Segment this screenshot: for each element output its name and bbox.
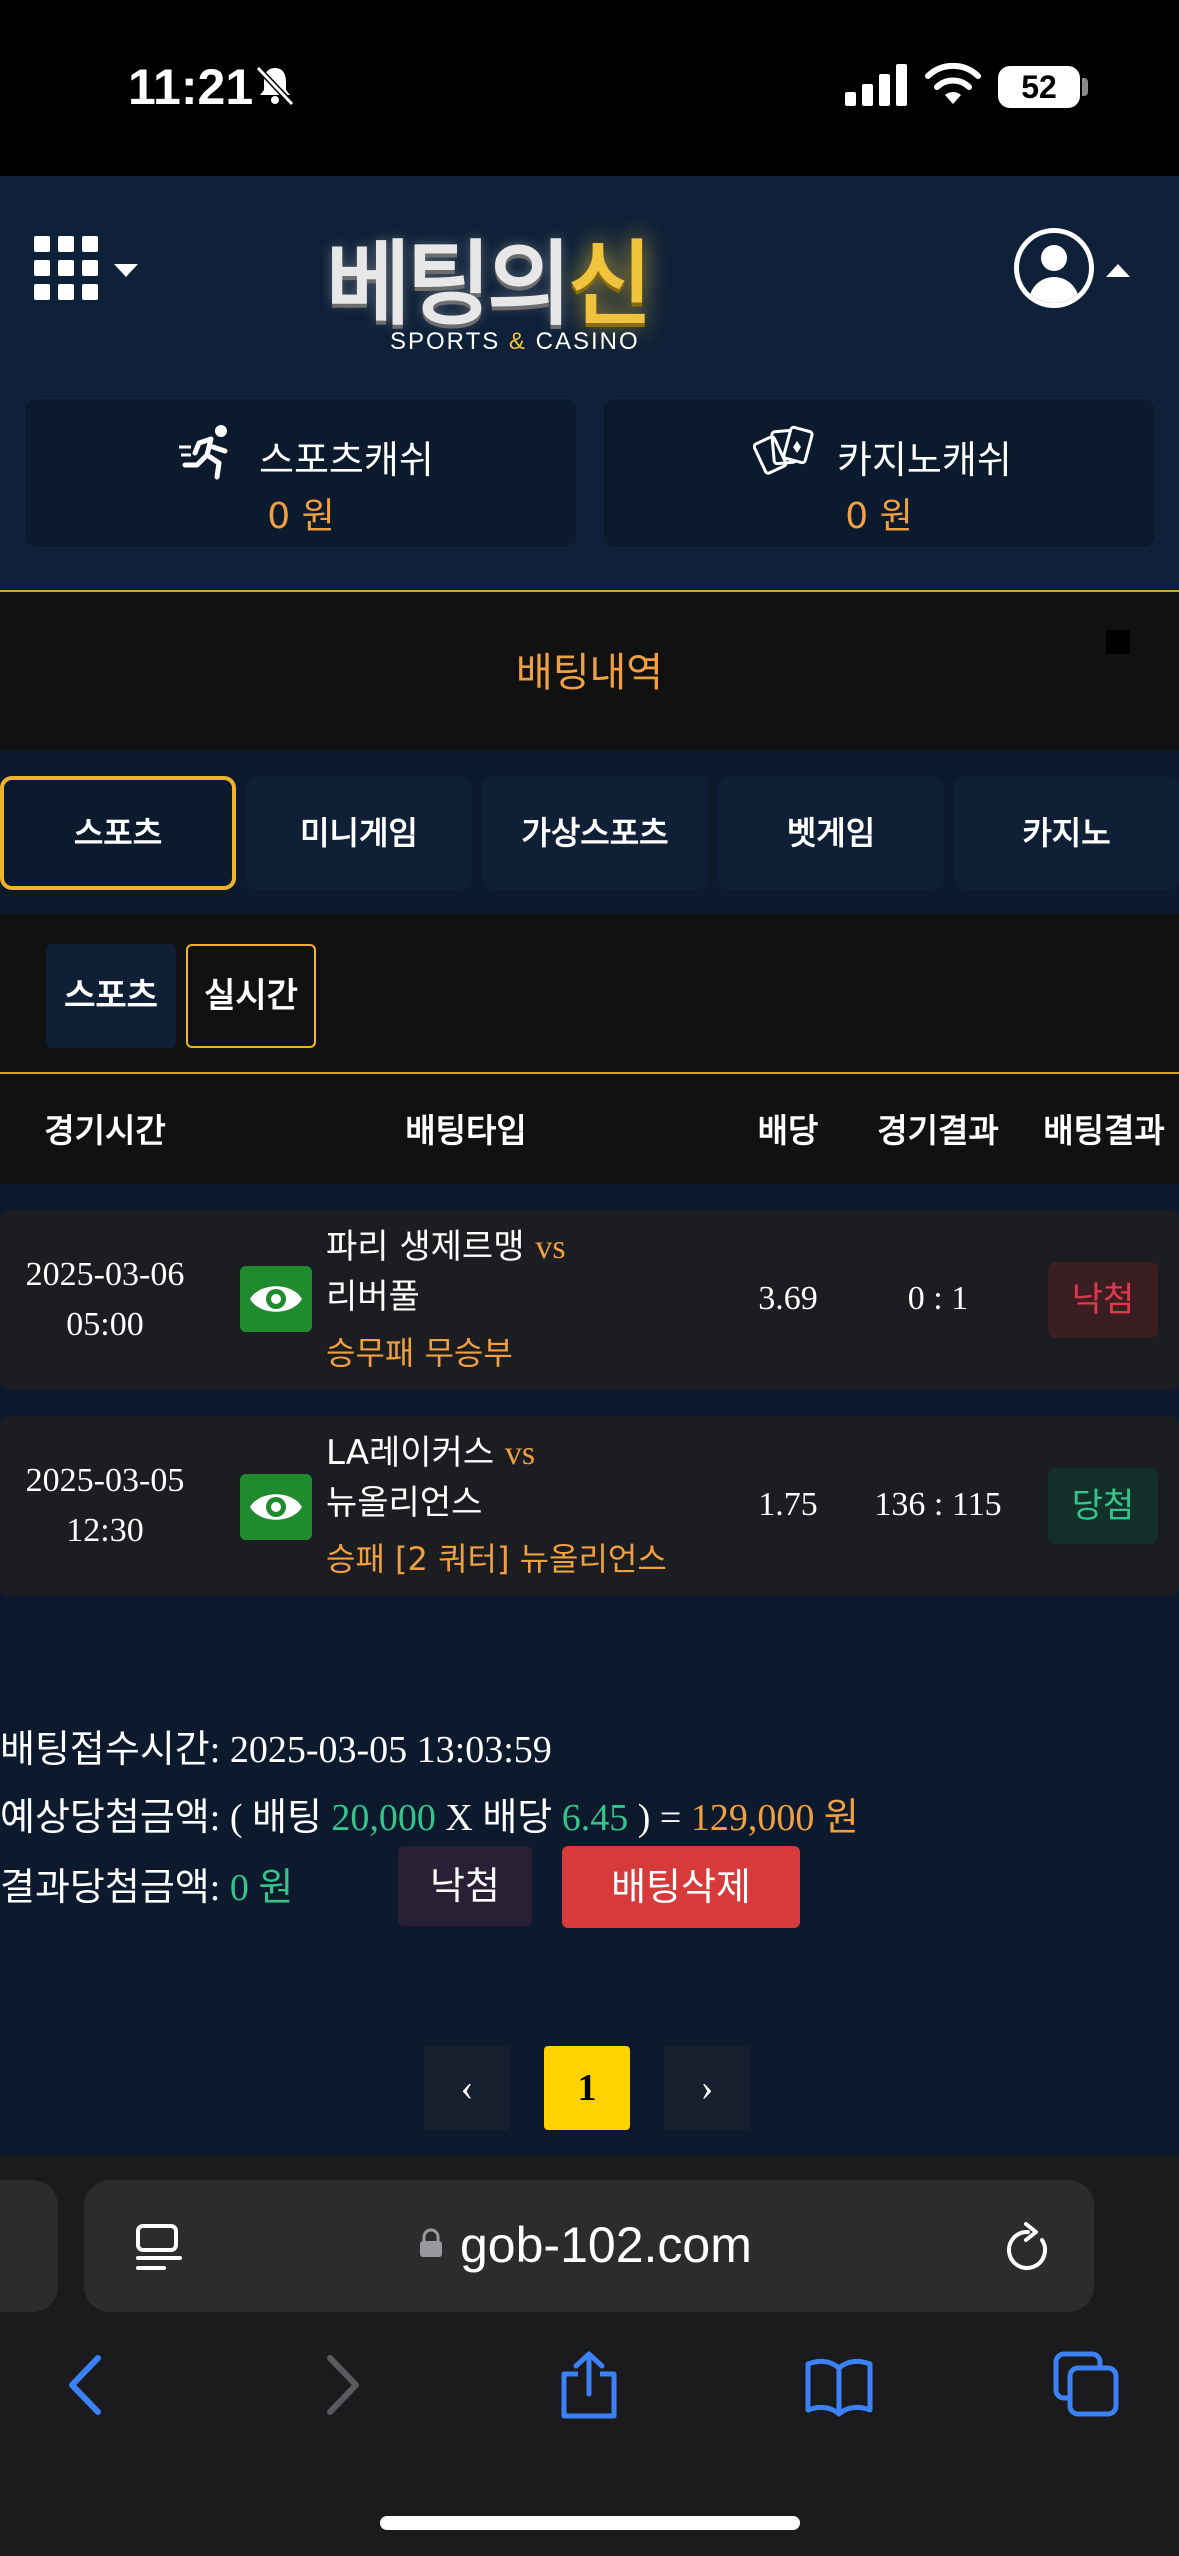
expected-close: ) = [637, 1797, 682, 1839]
status-badge-lose: 낙첨 [1048, 1262, 1158, 1338]
delete-bet-button[interactable]: 배팅삭제 [562, 1846, 800, 1928]
match-teams: 파리 생제르맹 vs [326, 1222, 566, 1273]
tabs-icon[interactable] [1052, 2350, 1122, 2420]
logo-sub-right: CASINO [535, 328, 640, 355]
bet-amount: 20,000 [331, 1797, 436, 1839]
site-logo[interactable]: 베팅의신 [326, 210, 653, 343]
prev-page-button[interactable]: ‹ [424, 2046, 510, 2130]
battery-tip [1082, 78, 1088, 96]
logo-sub-left: SPORTS [390, 328, 501, 355]
column-header: 경기결과 [877, 1111, 999, 1150]
vs-label: vs [535, 1229, 566, 1266]
menu-grid-icon[interactable] [34, 236, 98, 300]
status-time: 11:21 [128, 59, 254, 115]
forward-icon[interactable] [306, 2350, 376, 2420]
expected-amount: 129,000 원 [690, 1797, 859, 1839]
row-time: 12:30 [66, 1512, 144, 1549]
share-icon[interactable] [554, 2350, 624, 2420]
team-away: 리버풀 [326, 1277, 420, 1317]
team-away: 뉴올리언스 [326, 1483, 483, 1523]
casino-cash-card[interactable]: 카지노캐쉬 0 원 [602, 398, 1156, 548]
page-1-button[interactable]: 1 [544, 2046, 630, 2130]
subtab-sports[interactable]: 스포츠 [46, 944, 176, 1048]
bet-type: 승패 [2 쿼터] 뉴올리언스 [326, 1540, 667, 1578]
tab-sports[interactable]: 스포츠 [0, 776, 236, 890]
team-home: 파리 생제르맹 [326, 1227, 525, 1267]
match-teams: LA레이커스 vs [326, 1428, 535, 1479]
tab-virtual-sports[interactable]: 가상스포츠 [482, 776, 708, 890]
expected-winnings: 예상당첨금액: ( 배팅 20,000 X 배당 6.45 ) = 129,00… [0, 1786, 859, 1841]
expected-label: 예상당첨금액: [0, 1797, 221, 1839]
team-home: LA레이커스 [326, 1433, 495, 1473]
cellular-signal-icon [845, 64, 907, 106]
chevron-up-icon[interactable] [1106, 264, 1130, 277]
row-time: 05:00 [66, 1306, 144, 1343]
lock-icon [420, 2228, 442, 2257]
result-winnings: 결과당첨금액: 0 원 [0, 1856, 293, 1911]
reader-mode-icon[interactable] [134, 2222, 184, 2272]
eye-icon [250, 1494, 302, 1520]
subtab-bar [0, 914, 1179, 1072]
total-odds: 6.45 [561, 1797, 629, 1839]
sports-cash-label: 스포츠캐쉬 [259, 438, 434, 482]
playing-cards-icon [753, 425, 814, 475]
row-odds: 3.69 [758, 1280, 818, 1317]
status-badge-win: 당첨 [1048, 1468, 1158, 1544]
result-label: 결과당첨금액: [0, 1867, 221, 1909]
row-date: 2025-03-06 [25, 1256, 185, 1293]
page-title: 배팅내역 [515, 650, 664, 696]
view-details-button[interactable] [240, 1266, 312, 1332]
logo-sub-amp: & [508, 328, 527, 355]
previous-tab-preview[interactable] [0, 2180, 58, 2312]
result-amount: 0 원 [229, 1867, 294, 1909]
subtab-live[interactable]: 실시간 [186, 944, 316, 1048]
column-header: 배당 [757, 1111, 819, 1150]
casino-cash-label: 카지노캐쉬 [837, 438, 1012, 482]
next-page-button[interactable]: › [664, 2046, 750, 2130]
row-score: 0 : 1 [907, 1280, 969, 1317]
column-header: 경기시간 [44, 1111, 166, 1150]
result-status-button[interactable]: 낙첨 [398, 1846, 532, 1926]
expected-open: ( 배팅 [229, 1797, 322, 1839]
url-text[interactable]: gob-102.com [460, 2216, 752, 2274]
bet-type: 승무패 무승부 [326, 1334, 513, 1372]
received-value: 2025-03-05 13:03:59 [229, 1729, 552, 1771]
sports-cash-card[interactable]: 스포츠캐쉬 0 원 [24, 398, 578, 548]
column-header: 배팅결과 [1043, 1111, 1165, 1150]
tab-minigame[interactable]: 미니게임 [246, 776, 472, 890]
logo-text: 베팅의 [326, 231, 572, 338]
square-icon [1106, 630, 1130, 654]
casino-cash-value: 0 원 [845, 496, 913, 537]
tab-betgame[interactable]: 벳게임 [718, 776, 944, 890]
row-odds: 1.75 [758, 1486, 818, 1523]
tab-casino[interactable]: 카지노 [954, 776, 1179, 890]
logo-subtitle: SPORTS & CASINO [390, 328, 640, 356]
x-label: X 배당 [445, 1797, 553, 1839]
home-indicator [380, 2516, 800, 2530]
wifi-icon [925, 62, 981, 104]
battery-indicator: 52 [998, 66, 1080, 108]
row-date: 2025-03-05 [25, 1462, 185, 1499]
column-header: 배팅타입 [405, 1111, 527, 1150]
sports-cash-value: 0 원 [267, 496, 335, 537]
logo-accent-text: 신 [567, 231, 653, 338]
eye-icon [250, 1286, 302, 1312]
reload-icon[interactable] [1002, 2220, 1054, 2276]
bet-received-time: 배팅접수시간: 2025-03-05 13:03:59 [0, 1718, 552, 1773]
view-details-button[interactable] [240, 1474, 312, 1540]
chevron-down-icon[interactable] [114, 264, 138, 277]
received-label: 배팅접수시간: [0, 1729, 221, 1771]
user-avatar-icon[interactable] [1014, 228, 1094, 308]
vs-label: vs [504, 1435, 536, 1472]
back-icon[interactable] [52, 2350, 122, 2420]
running-icon [179, 425, 228, 480]
row-score: 136 : 115 [874, 1486, 1002, 1523]
bookmarks-icon[interactable] [804, 2350, 874, 2420]
bell-muted-icon [255, 65, 295, 107]
